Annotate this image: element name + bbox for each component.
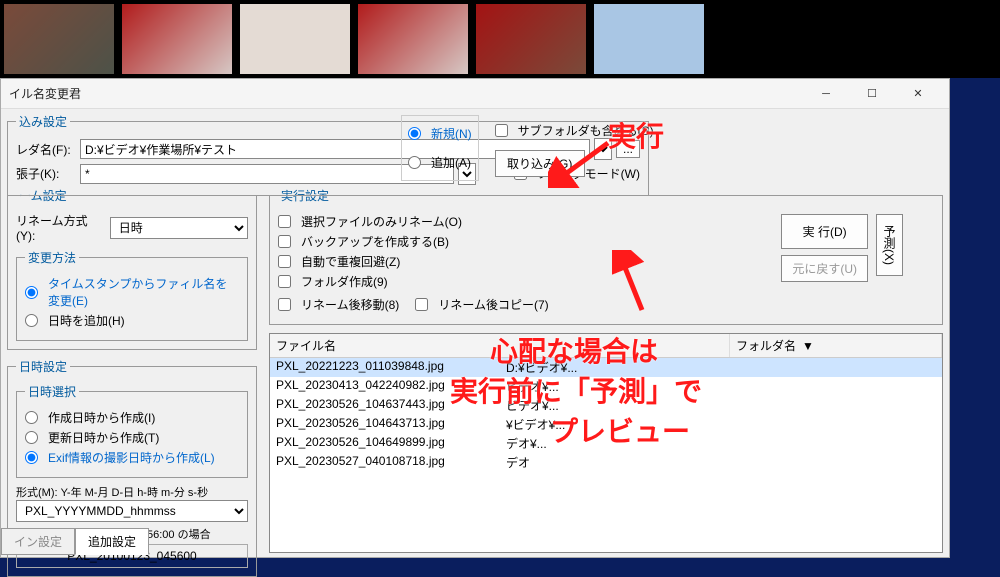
- table-row[interactable]: PXL_20230526_104637443.jpgビデオ¥...: [270, 396, 942, 415]
- thumbnail[interactable]: [122, 4, 232, 74]
- thumbnail[interactable]: [240, 4, 350, 74]
- add-time-radio[interactable]: [25, 314, 38, 327]
- copy-after-check[interactable]: [415, 298, 428, 311]
- method-select[interactable]: 日時: [110, 217, 248, 239]
- ext-label: 張子(K):: [16, 165, 76, 182]
- ext-input[interactable]: [80, 164, 454, 184]
- predict-button[interactable]: 予測(X): [876, 214, 903, 276]
- folder-cell: ¥ビデオ¥...: [506, 416, 936, 433]
- table-row[interactable]: PXL_20230413_042240982.jpgビデオ¥...: [270, 377, 942, 396]
- maximize-button[interactable]: ☐: [849, 79, 895, 109]
- exec-settings: 実行設定 選択ファイルのみリネーム(O) バックアップを作成する(B) 自動で重…: [269, 187, 943, 325]
- close-button[interactable]: ✕: [895, 79, 941, 109]
- from-create-radio[interactable]: [25, 411, 38, 424]
- sort-icon[interactable]: ▼: [802, 339, 814, 353]
- add-radio[interactable]: [408, 156, 421, 169]
- date-legend: 日時設定: [16, 358, 70, 375]
- rename-settings: ーム設定 リネーム方式(Y): 日時 変更方法 タイムスタンプからファィル名を変…: [7, 187, 257, 350]
- folder-cell: デオ¥...: [506, 435, 936, 452]
- file-cell: PXL_20230526_104637443.jpg: [276, 397, 506, 414]
- table-row[interactable]: PXL_20230526_104649899.jpgデオ¥...: [270, 434, 942, 453]
- table-row[interactable]: PXL_20230526_104643713.jpg¥ビデオ¥...: [270, 415, 942, 434]
- col-file[interactable]: ファイル名: [270, 334, 730, 357]
- minimize-button[interactable]: ─: [803, 79, 849, 109]
- titlebar: イル名変更君 ─ ☐ ✕: [1, 79, 949, 109]
- new-radio[interactable]: [408, 127, 421, 140]
- thumbnail[interactable]: [476, 4, 586, 74]
- change-legend: 変更方法: [25, 249, 79, 266]
- from-exif-radio[interactable]: [25, 451, 38, 464]
- file-cell: PXL_20230526_104649899.jpg: [276, 435, 506, 452]
- folder-cell: デオ: [506, 454, 936, 471]
- backup-check[interactable]: [278, 235, 291, 248]
- only-selected-check[interactable]: [278, 215, 291, 228]
- thumbnail[interactable]: [358, 4, 468, 74]
- window-title: イル名変更君: [9, 85, 81, 102]
- table-row[interactable]: PXL_20221223_011039848.jpgD:¥ビデオ¥...: [270, 358, 942, 377]
- thumbnail[interactable]: [594, 4, 704, 74]
- table-row[interactable]: PXL_20230527_040108718.jpgデオ: [270, 453, 942, 472]
- file-cell: PXL_20230413_042240982.jpg: [276, 378, 506, 395]
- file-cell: PXL_20230527_040108718.jpg: [276, 454, 506, 471]
- file-cell: PXL_20221223_011039848.jpg: [276, 359, 506, 376]
- run-button[interactable]: 実 行(D): [781, 214, 868, 249]
- include-sub-check[interactable]: [495, 124, 508, 137]
- folder-cell: D:¥ビデオ¥...: [506, 359, 936, 376]
- format-select[interactable]: PXL_YYYYMMDD_hhmmss: [16, 500, 248, 522]
- file-list[interactable]: ファイル名 フォルダ名▼ PXL_20221223_011039848.jpgD…: [269, 333, 943, 553]
- auto-dup-check[interactable]: [278, 255, 291, 268]
- load-button[interactable]: 取り込み(G): [495, 150, 585, 177]
- folder-cell: ビデオ¥...: [506, 397, 936, 414]
- from-ts-radio[interactable]: [25, 286, 38, 299]
- format-label: 形式(M): Y-年 M-月 D-日 h-時 m-分 s-秒: [16, 484, 248, 500]
- folder-name-label: レダ名(F):: [16, 141, 76, 158]
- undo-button[interactable]: 元に戻す(U): [781, 255, 868, 282]
- date-sel-legend: 日時選択: [25, 383, 79, 400]
- file-cell: PXL_20230526_104643713.jpg: [276, 416, 506, 433]
- from-update-radio[interactable]: [25, 431, 38, 444]
- tab-main[interactable]: イン設定: [1, 528, 75, 555]
- folder-cell: ビデオ¥...: [506, 378, 936, 395]
- col-folder[interactable]: フォルダ名▼: [730, 334, 942, 357]
- folder-legend: 込み設定: [16, 113, 70, 130]
- thumbnail[interactable]: [4, 4, 114, 74]
- move-after-check[interactable]: [278, 298, 291, 311]
- task-thumbnails: [0, 0, 1000, 78]
- method-label: リネーム方式(Y):: [16, 212, 106, 243]
- tab-extra[interactable]: 追加設定: [75, 528, 149, 555]
- app-window: イル名変更君 ─ ☐ ✕ 込み設定 レダ名(F): ... 張子(K):: [0, 78, 950, 558]
- mkdir-check[interactable]: [278, 275, 291, 288]
